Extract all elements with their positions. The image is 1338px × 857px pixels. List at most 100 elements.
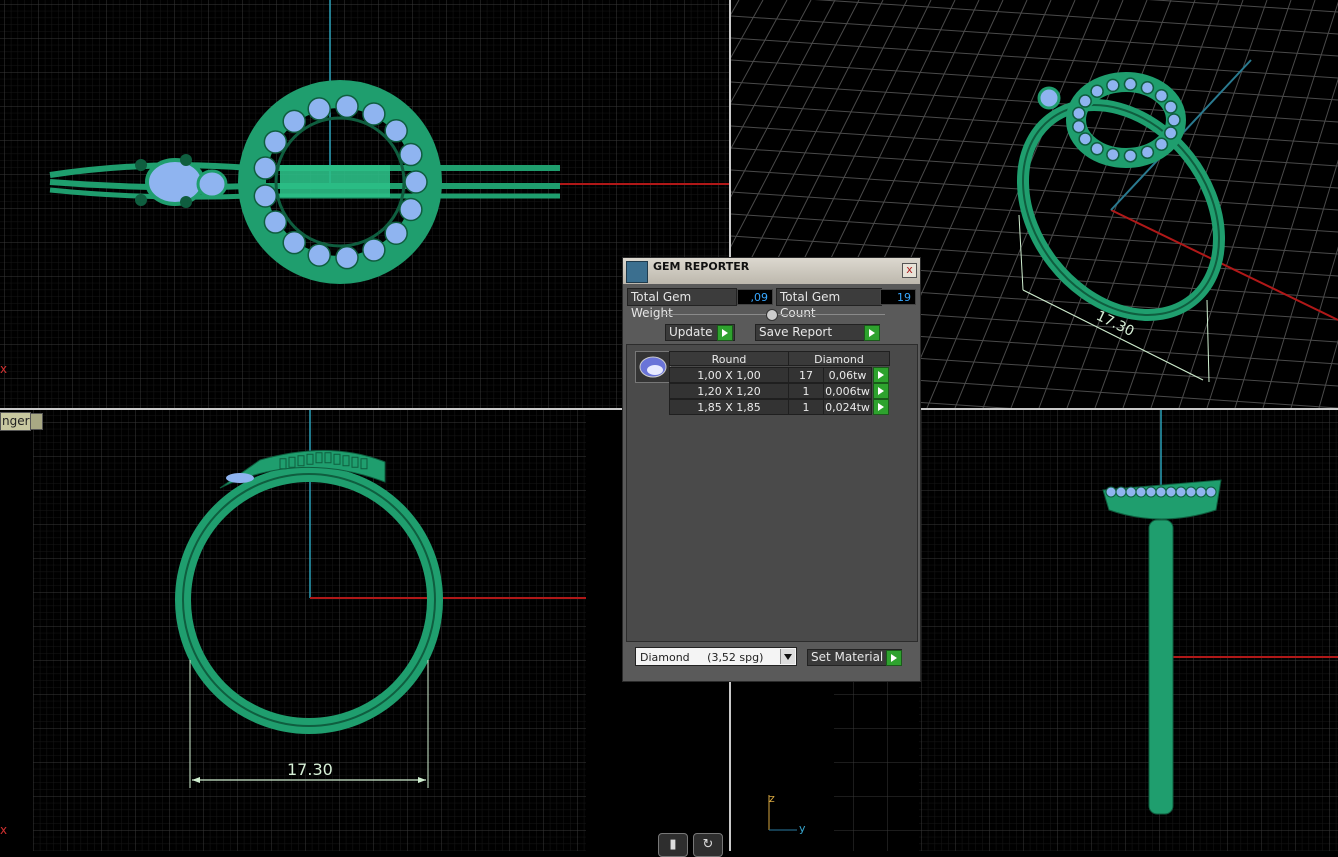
halo-gem — [384, 119, 408, 143]
rotate-icon[interactable]: ↻ — [693, 833, 723, 857]
row-select-arrow-icon[interactable] — [873, 383, 889, 399]
prong — [297, 455, 305, 467]
halo-gem — [399, 142, 423, 167]
row-count: 17 — [788, 367, 824, 383]
chevron-down-icon[interactable] — [780, 649, 795, 664]
gem-reporter-panel: GEM REPORTER x Total Gem Weight ,09 Tota… — [622, 257, 921, 682]
gem-reporter-title: GEM REPORTER — [653, 260, 750, 273]
halo-gem — [282, 109, 306, 134]
row-select-arrow-icon[interactable] — [873, 399, 889, 415]
viewport-front[interactable]: x 17.30 — [0, 410, 729, 851]
gem-thumbnail[interactable] — [635, 351, 671, 383]
row-size: 1,85 X 1,85 — [669, 399, 789, 415]
dimension-label-front: 17.30 — [287, 760, 333, 779]
set-material-arrow-icon[interactable] — [886, 650, 902, 666]
halo-gem — [335, 245, 359, 270]
prong — [342, 455, 350, 467]
halo-gem — [1072, 119, 1086, 134]
material-select-value: Diamond (3,52 spg) — [640, 651, 764, 664]
halo-gem — [1078, 94, 1092, 108]
halo-gem — [335, 94, 359, 119]
total-gem-weight-label: Total Gem Weight — [627, 288, 737, 320]
halo-gem — [1167, 113, 1181, 127]
halo-gem — [1154, 88, 1169, 103]
halo-gem — [1164, 100, 1178, 114]
axis-label-y: y — [799, 822, 806, 835]
halo-gem — [1106, 78, 1120, 93]
side-gem — [1125, 486, 1137, 498]
viewport-top[interactable]: x — [0, 0, 729, 408]
table-header-material: Diamond — [788, 351, 890, 366]
collapse-handle-icon[interactable] — [766, 309, 778, 321]
row-weight: 0,06tw — [823, 367, 872, 383]
prong — [324, 452, 332, 464]
svg-text:x: x — [0, 823, 7, 837]
row-count: 1 — [788, 399, 824, 415]
row-size: 1,20 X 1,20 — [669, 383, 789, 399]
side-gem — [1185, 486, 1197, 498]
row-size: 1,00 X 1,00 — [669, 367, 789, 383]
side-gem — [1115, 486, 1127, 498]
save-report-button-label: Save Report — [759, 325, 833, 339]
total-gem-count-value: 19 — [880, 289, 916, 305]
prong — [306, 453, 314, 465]
prong — [360, 458, 368, 470]
save-report-arrow-icon[interactable] — [864, 325, 880, 341]
gem-list-area[interactable]: Round Diamond 1,00 X 1,00 17 0,06tw 1,20… — [626, 344, 918, 642]
row-count: 1 — [788, 383, 824, 399]
halo-gem — [263, 130, 288, 154]
total-gem-count-label: Total Gem Count — [776, 288, 882, 320]
microphone-icon[interactable]: ▮ — [658, 833, 688, 857]
set-material-button-label: Set Material — [811, 650, 884, 664]
halo-gem — [1140, 81, 1155, 95]
prong — [279, 458, 287, 470]
halo-gem — [362, 238, 386, 262]
table-header-shape: Round — [669, 351, 789, 366]
gem-reporter-title-bar[interactable]: GEM REPORTER x — [623, 258, 920, 284]
row-weight: 0,006tw — [823, 383, 872, 399]
material-select[interactable]: Diamond (3,52 spg) — [635, 647, 797, 666]
viewport-front-canvas: x — [0, 410, 586, 851]
halo-gem — [384, 221, 408, 245]
diamond-icon — [639, 356, 667, 378]
side-gem — [1205, 486, 1217, 498]
chevron-down-icon[interactable] — [30, 413, 43, 430]
halo-gem — [253, 156, 278, 180]
save-report-button[interactable]: Save Report — [755, 324, 880, 341]
side-gem — [1165, 486, 1177, 498]
halo-gem — [404, 170, 428, 194]
halo-gem — [1164, 126, 1178, 140]
halo-gem — [1106, 147, 1120, 162]
row-select-arrow-icon[interactable] — [873, 367, 889, 383]
halo-gem — [307, 243, 331, 267]
row-weight: 0,024tw — [823, 399, 872, 415]
viewport-top-canvas: x — [0, 0, 729, 408]
side-gem — [1155, 486, 1167, 498]
halo-gem — [1154, 137, 1169, 152]
ring-side-shank — [1148, 519, 1174, 815]
halo-gem — [1072, 106, 1086, 121]
side-gem — [1135, 486, 1147, 498]
side-gem-small — [196, 169, 228, 199]
gem-reporter-app-icon — [626, 261, 648, 283]
halo-gem — [1140, 145, 1155, 159]
axis-x-marker: x — [0, 362, 7, 376]
update-button-label: Update — [669, 325, 713, 339]
side-gem — [226, 473, 254, 483]
update-arrow-icon[interactable] — [717, 325, 733, 341]
side-gem — [1175, 486, 1187, 498]
halo-gem — [282, 230, 306, 255]
prong — [333, 453, 341, 465]
halo-gem — [1123, 149, 1138, 163]
side-gem — [1195, 486, 1207, 498]
halo-gem — [307, 97, 331, 121]
prong — [288, 456, 296, 468]
halo-gem — [253, 184, 278, 208]
view-name-dropdown[interactable]: nger — [0, 412, 31, 431]
halo-gem — [1090, 141, 1104, 156]
halo-gem — [263, 210, 288, 234]
side-gem — [1145, 486, 1157, 498]
total-gem-weight-value: ,09 — [737, 289, 773, 305]
halo-gem — [399, 197, 423, 222]
close-icon[interactable]: x — [902, 263, 917, 278]
